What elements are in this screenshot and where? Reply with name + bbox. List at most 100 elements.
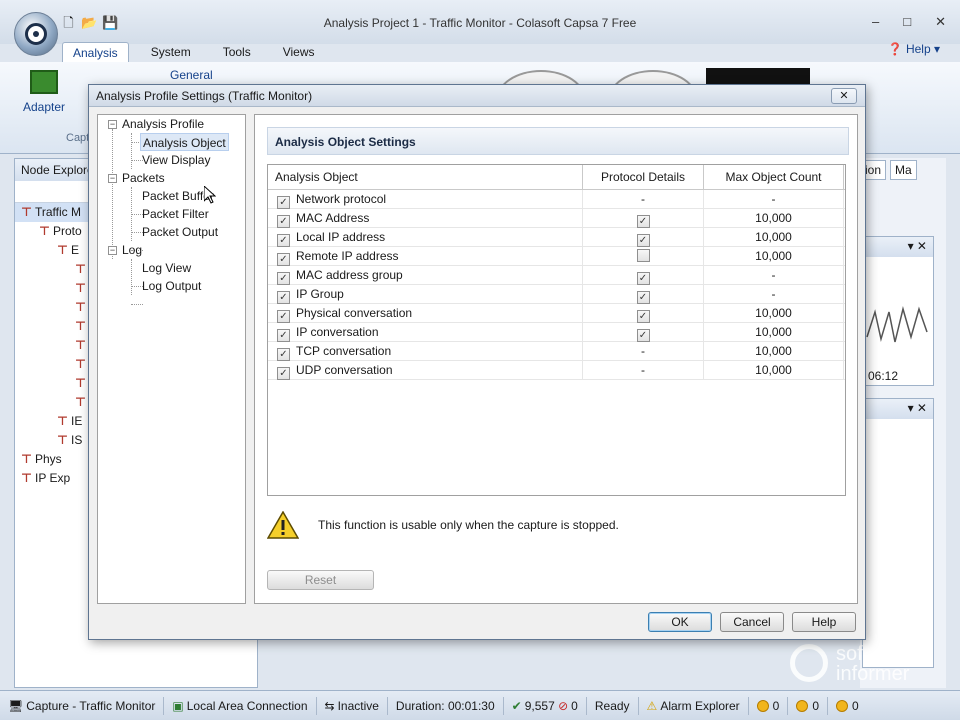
tree-item-packet-filter[interactable]: Packet Filter bbox=[142, 205, 209, 223]
protocol-node-icon: ⊤ bbox=[75, 395, 86, 409]
close-window-button[interactable]: ✕ bbox=[935, 14, 946, 30]
protocol-details-cell: ✓ bbox=[583, 323, 704, 342]
protocol-node-icon: ⊤ bbox=[75, 357, 86, 371]
protocol-node-icon: ⊤ bbox=[75, 376, 86, 390]
table-row[interactable]: ✓ UDP conversation - 10,000 bbox=[268, 361, 845, 380]
adapter-label: Adapter bbox=[22, 100, 66, 114]
tree-item-log-output[interactable]: Log Output bbox=[142, 277, 201, 295]
table-row[interactable]: ✓ Local IP address ✓ 10,000 bbox=[268, 228, 845, 247]
table-row[interactable]: ✓ MAC Address ✓ 10,000 bbox=[268, 209, 845, 228]
collapse-toggle[interactable]: − bbox=[108, 246, 117, 255]
status-packets: ✔ 9,557 ⊘ 0 bbox=[504, 696, 587, 715]
watermark-logo: software informer bbox=[790, 640, 940, 690]
tree-item-packet-output[interactable]: Packet Output bbox=[142, 223, 218, 241]
tab-analysis[interactable]: Analysis bbox=[62, 42, 129, 63]
max-object-count-cell[interactable]: 10,000 bbox=[704, 342, 844, 360]
max-object-count-cell[interactable]: 10,000 bbox=[704, 247, 844, 265]
tree-item-view-display[interactable]: View Display bbox=[142, 151, 210, 169]
dialog-close-button[interactable]: ✕ bbox=[831, 88, 857, 104]
protocol-details-checkbox[interactable] bbox=[636, 249, 650, 262]
table-row[interactable]: ✓ MAC address group ✓ - bbox=[268, 266, 845, 285]
protocol-details-checkbox[interactable]: ✓ bbox=[636, 234, 650, 247]
cancel-button[interactable]: Cancel bbox=[720, 612, 784, 632]
enable-checkbox[interactable]: ✓ bbox=[277, 348, 290, 361]
max-object-count-cell[interactable]: 10,000 bbox=[704, 304, 844, 322]
max-object-count-cell[interactable]: 10,000 bbox=[704, 323, 844, 341]
help-button[interactable]: Help bbox=[792, 612, 856, 632]
reset-button[interactable]: Reset bbox=[267, 570, 374, 590]
help-menu-button[interactable]: ❓ Help ▾ bbox=[888, 42, 940, 56]
alarm-explorer-button[interactable]: ⚠ Alarm Explorer bbox=[639, 696, 749, 715]
protocol-details-checkbox[interactable]: ✓ bbox=[636, 215, 650, 228]
protocol-details-cell bbox=[583, 247, 704, 265]
protocol-details-cell: ✓ bbox=[583, 304, 704, 323]
node-explorer-row-label: Phys bbox=[35, 452, 62, 466]
minimize-button[interactable]: – bbox=[872, 14, 879, 30]
protocol-node-icon: ⊤ bbox=[57, 414, 68, 428]
ribbon-tabs: Analysis System Tools Views bbox=[62, 42, 337, 63]
collapse-toggle[interactable]: − bbox=[108, 120, 117, 129]
enable-checkbox[interactable]: ✓ bbox=[277, 272, 290, 285]
tree-item-analysis-object[interactable]: Analysis Object bbox=[140, 133, 229, 151]
tree-connector bbox=[131, 259, 132, 295]
column-header[interactable]: Analysis Object bbox=[268, 165, 583, 189]
max-object-count-cell[interactable]: - bbox=[704, 190, 844, 208]
protocol-details-checkbox[interactable]: ✓ bbox=[636, 291, 650, 304]
adapter-button[interactable]: Adapter bbox=[16, 70, 72, 114]
protocol-details-checkbox[interactable]: ✓ bbox=[636, 272, 650, 285]
table-row[interactable]: ✓ TCP conversation - 10,000 bbox=[268, 342, 845, 361]
enable-checkbox[interactable]: ✓ bbox=[277, 329, 290, 342]
enable-checkbox[interactable]: ✓ bbox=[277, 310, 290, 323]
collapse-toggle[interactable]: − bbox=[108, 174, 117, 183]
max-object-count-cell[interactable]: - bbox=[704, 285, 844, 303]
right-tab[interactable]: Ma bbox=[890, 160, 917, 180]
column-header[interactable]: Max Object Count bbox=[704, 165, 844, 189]
column-header[interactable]: Protocol Details bbox=[583, 165, 704, 189]
object-name-cell: ✓ Remote IP address bbox=[268, 247, 583, 266]
general-button[interactable]: General bbox=[170, 68, 213, 82]
enable-checkbox[interactable]: ✓ bbox=[277, 196, 290, 209]
ribbon-group-label: Capt bbox=[66, 132, 90, 144]
tab-system[interactable]: System bbox=[141, 42, 201, 63]
tab-tools[interactable]: Tools bbox=[213, 42, 261, 63]
settings-content: Analysis Object Settings Analysis Object… bbox=[254, 114, 858, 604]
tree-item-packets[interactable]: Packets bbox=[122, 169, 165, 187]
enable-checkbox[interactable]: ✓ bbox=[277, 215, 290, 228]
enable-checkbox[interactable]: ✓ bbox=[277, 253, 290, 266]
table-row[interactable]: ✓ Physical conversation ✓ 10,000 bbox=[268, 304, 845, 323]
tree-item-log-view[interactable]: Log View bbox=[142, 259, 191, 277]
table-row[interactable]: ✓ Network protocol - - bbox=[268, 190, 845, 209]
max-object-count-cell[interactable]: 10,000 bbox=[704, 361, 844, 379]
object-name: IP Group bbox=[296, 287, 344, 301]
table-row[interactable]: ✓ Remote IP address 10,000 bbox=[268, 247, 845, 266]
maximize-button[interactable]: □ bbox=[903, 14, 911, 30]
max-object-count-cell[interactable]: - bbox=[704, 266, 844, 284]
max-object-count-cell[interactable]: 10,000 bbox=[704, 228, 844, 246]
tab-views[interactable]: Views bbox=[273, 42, 325, 63]
status-state-text: Inactive bbox=[337, 698, 379, 713]
protocol-node-icon: ⊤ bbox=[57, 433, 68, 447]
enable-checkbox[interactable]: ✓ bbox=[277, 234, 290, 247]
object-name-cell: ✓ UDP conversation bbox=[268, 361, 583, 380]
table-row[interactable]: ✓ IP conversation ✓ 10,000 bbox=[268, 323, 845, 342]
tree-item-analysis-profile[interactable]: Analysis Profile bbox=[122, 115, 204, 133]
tree-item-log[interactable]: Log bbox=[122, 241, 142, 259]
alarm-dot-icon bbox=[796, 699, 809, 712]
protocol-node-icon: ⊤ bbox=[75, 319, 86, 333]
enable-checkbox[interactable]: ✓ bbox=[277, 291, 290, 304]
alarm-count-text: 0 bbox=[812, 698, 820, 713]
table-row[interactable]: ✓ IP Group ✓ - bbox=[268, 285, 845, 304]
protocol-details-cell: - bbox=[583, 190, 704, 208]
object-name: Physical conversation bbox=[296, 306, 413, 320]
enable-checkbox[interactable]: ✓ bbox=[277, 367, 290, 380]
protocol-details-checkbox[interactable]: ✓ bbox=[636, 310, 650, 323]
protocol-details-cell: ✓ bbox=[583, 285, 704, 304]
max-object-count-cell[interactable]: 10,000 bbox=[704, 209, 844, 227]
ok-button[interactable]: OK bbox=[648, 612, 712, 632]
object-name: Network protocol bbox=[296, 192, 387, 206]
status-capture-text: Capture - Traffic Monitor bbox=[26, 698, 156, 713]
state-icon: ⇆ bbox=[324, 698, 335, 713]
object-name: UDP conversation bbox=[296, 363, 393, 377]
alarm-count: 0 bbox=[749, 696, 789, 715]
protocol-details-checkbox[interactable]: ✓ bbox=[636, 329, 650, 342]
